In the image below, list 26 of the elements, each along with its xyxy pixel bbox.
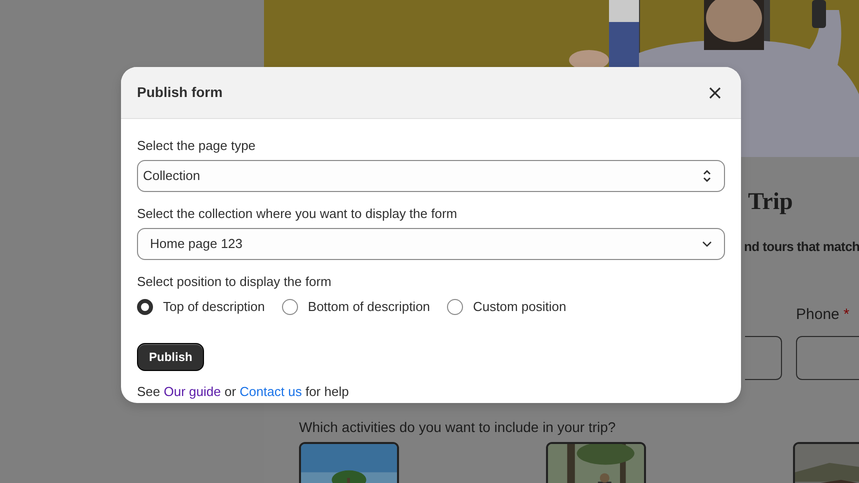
- phone-label: Phone *: [796, 306, 850, 323]
- radio-button[interactable]: [282, 298, 298, 315]
- position-label: Select position to display the form: [137, 274, 332, 290]
- input-field[interactable]: [796, 336, 859, 380]
- publish-button[interactable]: Publish: [137, 342, 204, 370]
- chevron-down-icon: [702, 241, 712, 247]
- close-button[interactable]: [707, 84, 723, 100]
- radio-option[interactable]: Bottom of description: [282, 297, 430, 316]
- radio-option[interactable]: Top of description: [137, 297, 265, 316]
- close-icon: [709, 86, 721, 98]
- page-subheading: nd tours that match: [744, 239, 859, 254]
- select-field[interactable]: Collection: [137, 160, 725, 192]
- activities-question: Which activities do you want to include in your trip?: [299, 419, 616, 435]
- help-text: See Our guide or Contact us for help: [137, 382, 350, 401]
- field-label: Select the collection where you want to display the form: [137, 206, 458, 222]
- input-field[interactable]: [745, 336, 782, 380]
- up-down-chevron-icon: [702, 169, 712, 183]
- contact-link[interactable]: Contact us: [240, 384, 302, 398]
- dialog-title: Publish form: [137, 83, 223, 102]
- radio-button[interactable]: [137, 298, 153, 315]
- guide-link[interactable]: Our guide: [164, 384, 221, 398]
- page-heading: Trip: [748, 188, 794, 216]
- dropdown-field[interactable]: Home page 123: [137, 228, 725, 260]
- field-label: Select the page type: [137, 138, 257, 154]
- radio-option[interactable]: Custom position: [447, 297, 566, 316]
- radio-button[interactable]: [447, 298, 464, 315]
